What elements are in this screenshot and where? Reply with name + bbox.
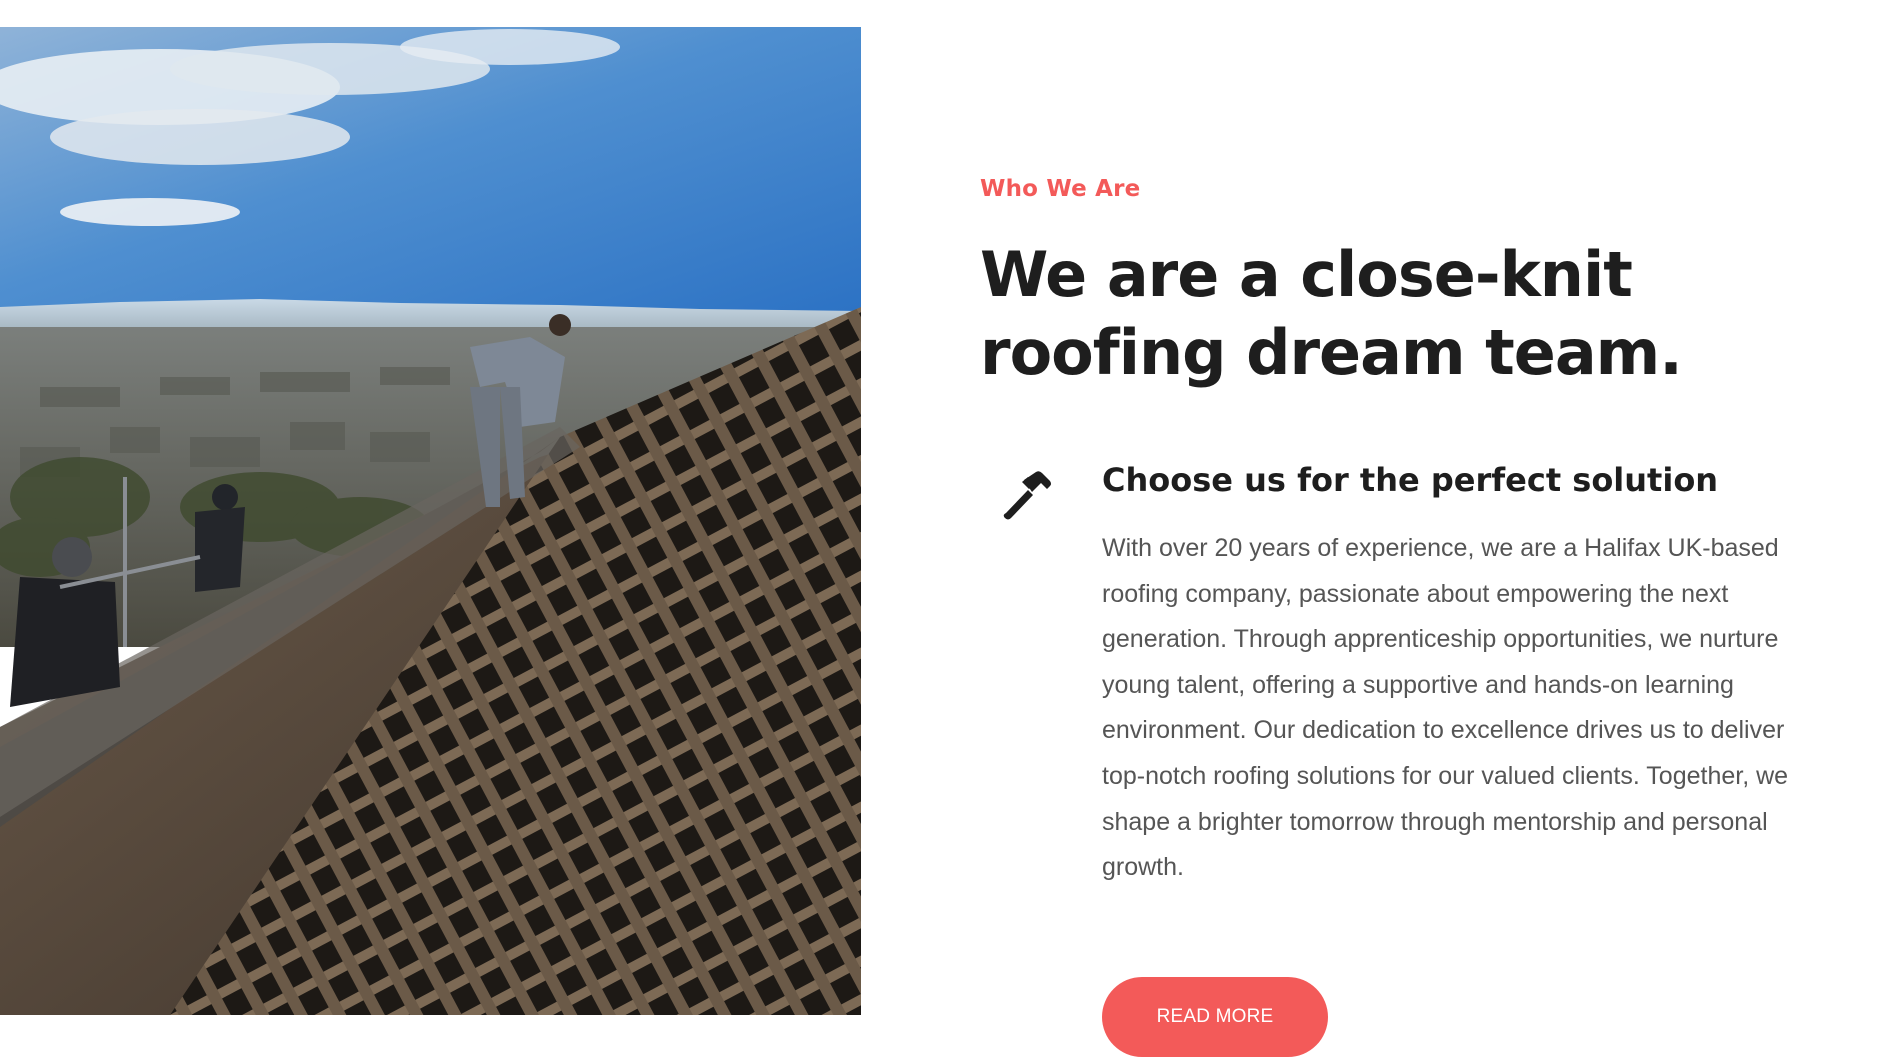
feature-title: Choose us for the perfect solution xyxy=(1102,461,1719,499)
section-headline: We are a close-knit roofing dream team. xyxy=(980,236,1820,392)
headline-line-1: We are a close-knit xyxy=(980,238,1633,311)
about-section: Who We Are We are a close-knit roofing d… xyxy=(0,0,1885,1061)
section-eyebrow: Who We Are xyxy=(980,176,1141,202)
roofers-on-roof-photo xyxy=(0,27,861,1015)
feature-block: Choose us for the perfect solution With … xyxy=(980,460,1820,891)
feature-description: With over 20 years of experience, we are… xyxy=(1102,534,1789,882)
hammer-icon xyxy=(998,466,1056,524)
headline-line-2: roofing dream team. xyxy=(980,316,1683,389)
read-more-button[interactable]: READ MORE xyxy=(1102,976,1328,1057)
about-content: Who We Are We are a close-knit roofing d… xyxy=(980,176,1820,1057)
